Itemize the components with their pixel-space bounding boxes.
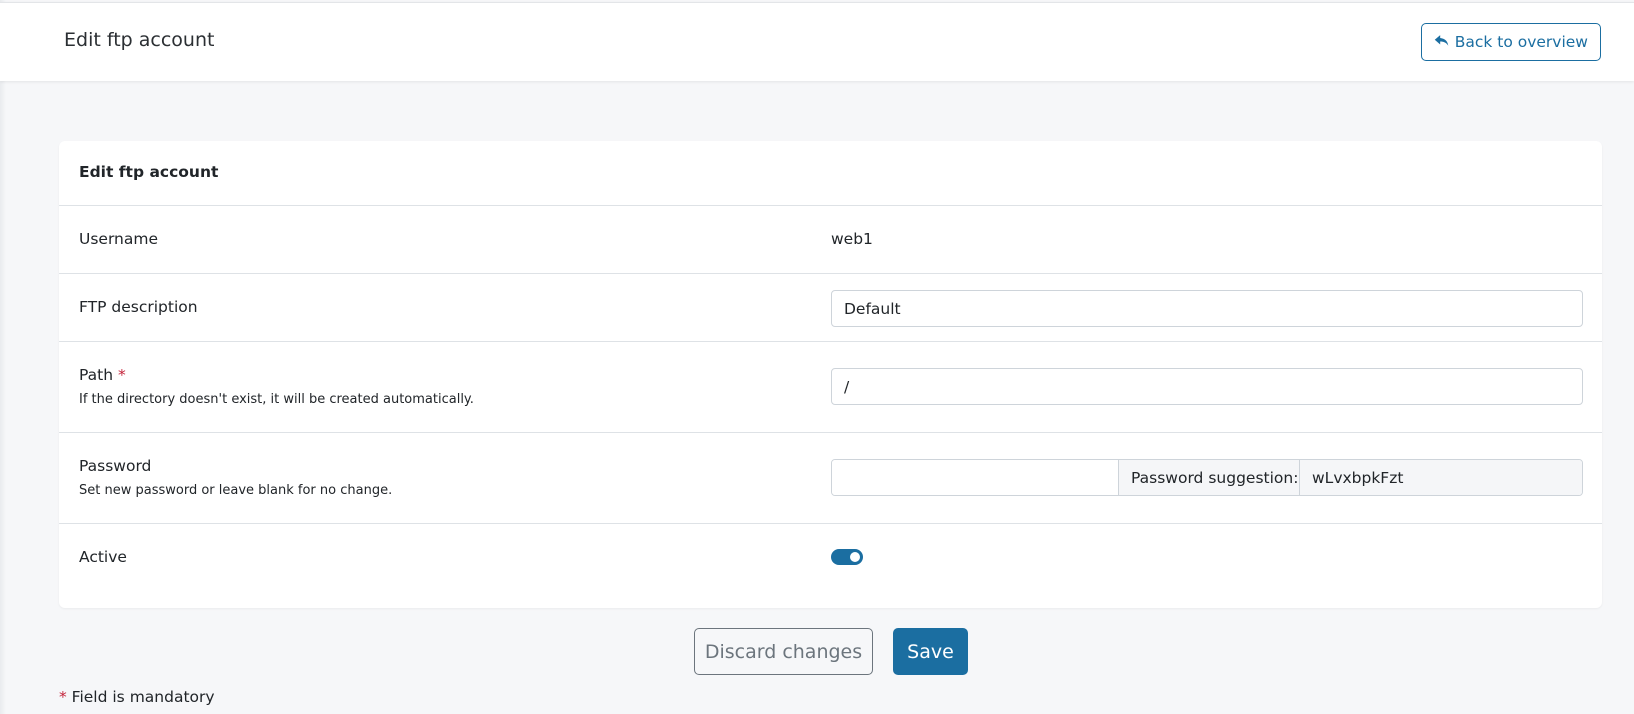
password-suggestion-value: wLvxbpkFzt bbox=[1299, 460, 1582, 495]
path-help-text: If the directory doesn't exist, it will … bbox=[79, 392, 474, 407]
left-edge-shadow bbox=[0, 0, 6, 714]
page-header: Edit ftp account Back to overview bbox=[0, 2, 1634, 81]
toggle-knob bbox=[850, 552, 860, 562]
username-label: Username bbox=[79, 230, 159, 248]
mandatory-text: Field is mandatory bbox=[66, 688, 215, 706]
path-label: Path * bbox=[79, 366, 126, 384]
path-input[interactable] bbox=[831, 368, 1583, 405]
password-label: Password bbox=[79, 457, 152, 475]
username-row: Username web1 bbox=[59, 206, 1602, 274]
required-star-legend: * bbox=[59, 688, 67, 706]
active-label: Active bbox=[79, 548, 127, 566]
back-to-overview-label: Back to overview bbox=[1454, 33, 1588, 51]
path-label-text: Path bbox=[79, 366, 114, 384]
password-input[interactable] bbox=[832, 460, 1118, 495]
password-help-text: Set new password or leave blank for no c… bbox=[79, 483, 393, 498]
password-input-group: Password suggestion: wLvxbpkFzt bbox=[831, 459, 1583, 496]
description-row: FTP description bbox=[59, 274, 1602, 342]
card-title: Edit ftp account bbox=[59, 141, 1602, 206]
description-label: FTP description bbox=[79, 298, 198, 316]
description-input[interactable] bbox=[831, 290, 1583, 327]
password-row: Password Set new password or leave blank… bbox=[59, 433, 1602, 524]
active-row: Active bbox=[59, 524, 1602, 593]
active-toggle[interactable] bbox=[831, 549, 863, 565]
password-suggestion-label: Password suggestion: bbox=[1118, 460, 1299, 495]
username-value: web1 bbox=[831, 230, 873, 248]
discard-changes-button[interactable]: Discard changes bbox=[694, 628, 873, 675]
save-button[interactable]: Save bbox=[893, 628, 968, 675]
back-to-overview-button[interactable]: Back to overview bbox=[1420, 23, 1601, 61]
page-title: Edit ftp account bbox=[64, 29, 215, 51]
path-row: Path * If the directory doesn't exist, i… bbox=[59, 342, 1602, 433]
reply-arrow-icon bbox=[1434, 33, 1449, 52]
edit-ftp-card: Edit ftp account Username web1 FTP descr… bbox=[59, 141, 1602, 608]
required-star: * bbox=[118, 366, 126, 384]
mandatory-note: * Field is mandatory bbox=[59, 688, 215, 706]
